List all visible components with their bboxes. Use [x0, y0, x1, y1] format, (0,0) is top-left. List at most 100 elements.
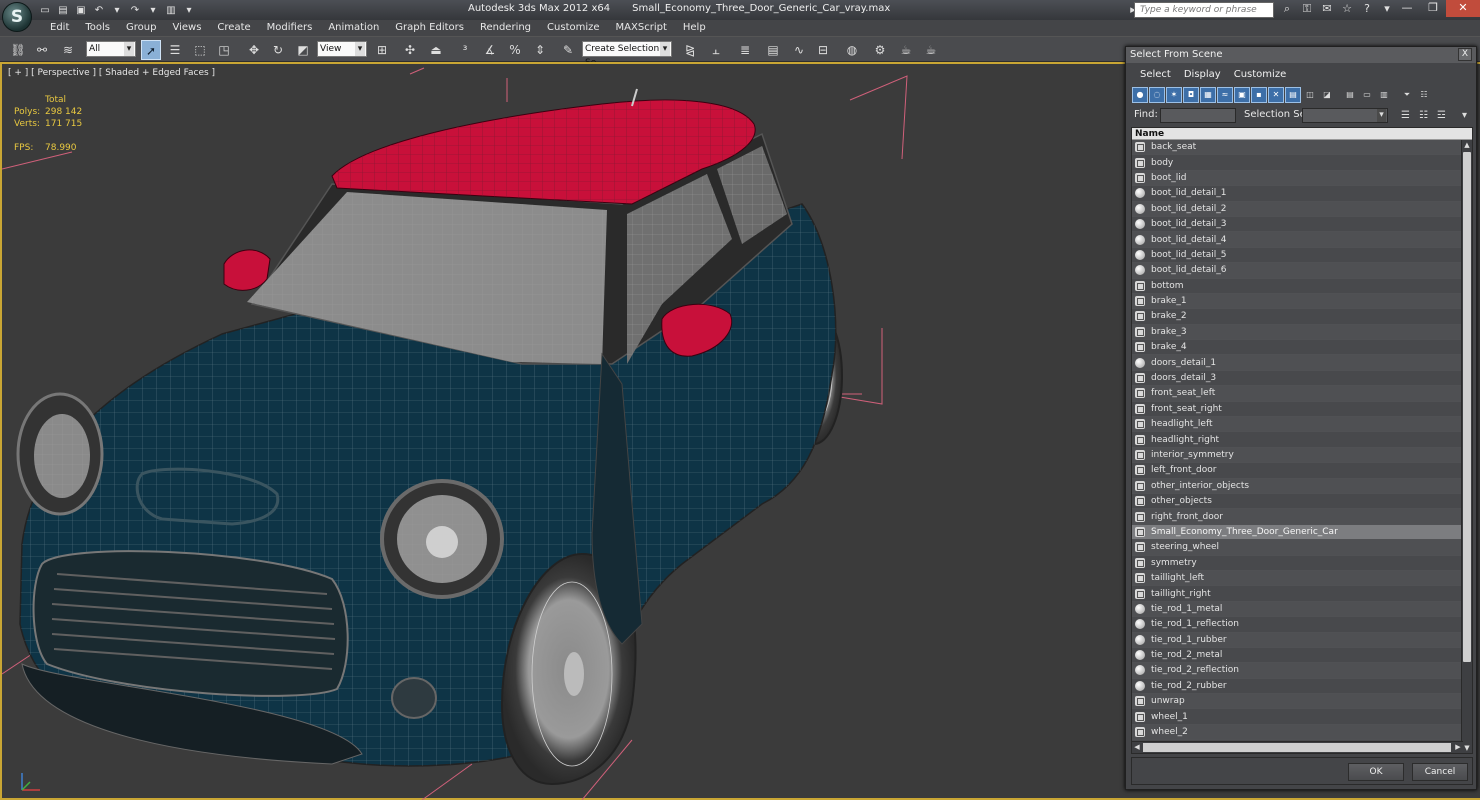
- menu-rendering[interactable]: Rendering: [472, 21, 539, 35]
- dialog-close-icon[interactable]: X: [1458, 48, 1472, 61]
- menu-views[interactable]: Views: [164, 21, 209, 35]
- help-dropdown-icon[interactable]: ▾: [1380, 2, 1394, 16]
- unlink-icon[interactable]: ⚯: [32, 40, 52, 60]
- align-icon[interactable]: ⫠: [706, 40, 726, 60]
- menu-modifiers[interactable]: Modifiers: [259, 21, 321, 35]
- selection-set-dropdown[interactable]: [1302, 108, 1388, 123]
- dialog-menu-customize[interactable]: Customize: [1230, 64, 1296, 86]
- list-item[interactable]: wheel_2: [1132, 724, 1462, 741]
- menu-maxscript[interactable]: MAXScript: [608, 21, 675, 35]
- vertical-scroll-thumb[interactable]: [1463, 152, 1471, 662]
- close-icon[interactable]: ✕: [1446, 0, 1480, 17]
- menu-group[interactable]: Group: [118, 21, 164, 35]
- favorites-star-icon[interactable]: ☆: [1340, 2, 1354, 16]
- menu-help[interactable]: Help: [675, 21, 714, 35]
- render-setup-icon[interactable]: ⚙: [870, 40, 890, 60]
- scene-object-list[interactable]: Name back_seat body boot_lid boot_lid_detai…: [1131, 127, 1473, 754]
- list-item[interactable]: Small_Economy_Three_Door_Generic_Car: [1132, 524, 1462, 541]
- edit-named-selection-icon[interactable]: ✎: [558, 40, 578, 60]
- list-item[interactable]: brake_3: [1132, 324, 1462, 341]
- scroll-right-icon[interactable]: ▶: [1453, 742, 1463, 753]
- list-item[interactable]: tie_rod_2_rubber: [1132, 678, 1462, 695]
- scale-icon[interactable]: ◩: [293, 40, 313, 60]
- display-bones-icon[interactable]: ✕: [1268, 87, 1284, 103]
- dialog-menu-select[interactable]: Select: [1136, 64, 1180, 86]
- redo-dropdown-icon[interactable]: ▾: [146, 3, 160, 17]
- move-icon[interactable]: ✥: [244, 40, 264, 60]
- horizontal-scroll-thumb[interactable]: [1143, 743, 1451, 752]
- help-icon[interactable]: ?: [1360, 2, 1374, 16]
- display-lights-icon[interactable]: ✶: [1166, 87, 1182, 103]
- list-item[interactable]: body: [1132, 155, 1462, 171]
- list-item[interactable]: bottom: [1132, 278, 1462, 294]
- list-item[interactable]: taillight_right: [1132, 586, 1462, 602]
- bind-to-space-warp-icon[interactable]: ≋: [58, 40, 78, 60]
- display-xrefs-icon[interactable]: ▪: [1251, 87, 1267, 103]
- scroll-left-icon[interactable]: ◀: [1132, 742, 1142, 753]
- menu-customize[interactable]: Customize: [539, 21, 608, 35]
- list-item[interactable]: brake_2: [1132, 309, 1462, 325]
- list-item[interactable]: taillight_left: [1132, 570, 1462, 587]
- list-item[interactable]: front_seat_right: [1132, 401, 1462, 418]
- spinner-snap-icon[interactable]: ⇕: [530, 40, 550, 60]
- list-item[interactable]: wheel_1: [1132, 709, 1462, 725]
- binoculars-icon[interactable]: ⌕: [1280, 2, 1294, 16]
- select-by-name-icon[interactable]: ☰: [165, 40, 185, 60]
- rotate-icon[interactable]: ↻: [268, 40, 288, 60]
- list-item[interactable]: brake_4: [1132, 340, 1462, 356]
- find-input[interactable]: [1160, 108, 1236, 123]
- key-icon[interactable]: ⚿: [1300, 2, 1314, 16]
- ok-button[interactable]: OK: [1348, 763, 1404, 781]
- display-helpers-icon[interactable]: ▦: [1200, 87, 1216, 103]
- list-item[interactable]: other_objects: [1132, 493, 1462, 510]
- rendered-frame-window-icon[interactable]: ☕: [896, 40, 916, 60]
- list-item[interactable]: left_front_door: [1132, 463, 1462, 479]
- menu-create[interactable]: Create: [209, 21, 258, 35]
- menu-tools[interactable]: Tools: [77, 21, 118, 35]
- graphite-ribbon-icon[interactable]: ▤: [763, 40, 783, 60]
- select-and-link-icon[interactable]: ⛓: [8, 40, 28, 60]
- named-selection-dropdown[interactable]: Create Selection Se: [582, 41, 672, 68]
- list-item[interactable]: boot_lid_detail_4: [1132, 232, 1462, 248]
- filter-icon[interactable]: ⏷: [1399, 87, 1415, 103]
- display-shapes-icon[interactable]: ◌: [1149, 87, 1165, 103]
- maximize-icon[interactable]: ❐: [1420, 0, 1446, 17]
- percent-snap-icon[interactable]: %: [505, 40, 525, 60]
- display-groups-icon[interactable]: ▣: [1234, 87, 1250, 103]
- open-file-icon[interactable]: ▤: [56, 3, 70, 17]
- curve-editor-icon[interactable]: ∿: [789, 40, 809, 60]
- list-item[interactable]: tie_rod_1_metal: [1132, 601, 1462, 618]
- list-item[interactable]: back_seat: [1132, 140, 1462, 156]
- display-invert-icon[interactable]: ▥: [1376, 87, 1392, 103]
- project-folder-icon[interactable]: ▥: [164, 3, 178, 17]
- list-item[interactable]: tie_rod_2_metal: [1132, 647, 1462, 664]
- undo-icon[interactable]: ↶: [92, 3, 106, 17]
- new-file-icon[interactable]: ▭: [38, 3, 52, 17]
- material-editor-icon[interactable]: ◍: [842, 40, 862, 60]
- undo-dropdown-icon[interactable]: ▾: [110, 3, 124, 17]
- list-item[interactable]: headlight_right: [1132, 432, 1462, 448]
- menu-edit[interactable]: Edit: [42, 21, 77, 35]
- list-item[interactable]: tie_rod_1_reflection: [1132, 617, 1462, 633]
- select-invert-icon[interactable]: ☲: [1434, 108, 1449, 123]
- list-item[interactable]: headlight_left: [1132, 417, 1462, 433]
- list-item[interactable]: right_front_door: [1132, 509, 1462, 525]
- display-hidden-icon[interactable]: ◪: [1319, 87, 1335, 103]
- list-item[interactable]: symmetry: [1132, 555, 1462, 571]
- save-file-icon[interactable]: ▣: [74, 3, 88, 17]
- menu-animation[interactable]: Animation: [320, 21, 387, 35]
- search-input[interactable]: Type a keyword or phrase: [1134, 2, 1274, 18]
- list-item[interactable]: boot_lid_detail_1: [1132, 186, 1462, 202]
- display-all-icon[interactable]: ▤: [1342, 87, 1358, 103]
- scroll-down-icon[interactable]: ▼: [1462, 743, 1472, 753]
- list-item[interactable]: boot_lid_detail_6: [1132, 263, 1462, 279]
- keyboard-shortcut-override-icon[interactable]: ⏏: [426, 40, 446, 60]
- list-item[interactable]: boot_lid: [1132, 170, 1462, 187]
- minimize-icon[interactable]: —: [1394, 0, 1420, 17]
- list-item[interactable]: tie_rod_1_rubber: [1132, 632, 1462, 648]
- viewport-label[interactable]: [ + ] [ Perspective ] [ Shaded + Edged F…: [8, 68, 215, 78]
- list-item[interactable]: boot_lid_detail_3: [1132, 216, 1462, 233]
- display-containers-icon[interactable]: ▤: [1285, 87, 1301, 103]
- window-crossing-icon[interactable]: ◳: [214, 40, 234, 60]
- list-item[interactable]: unwrap: [1132, 694, 1462, 710]
